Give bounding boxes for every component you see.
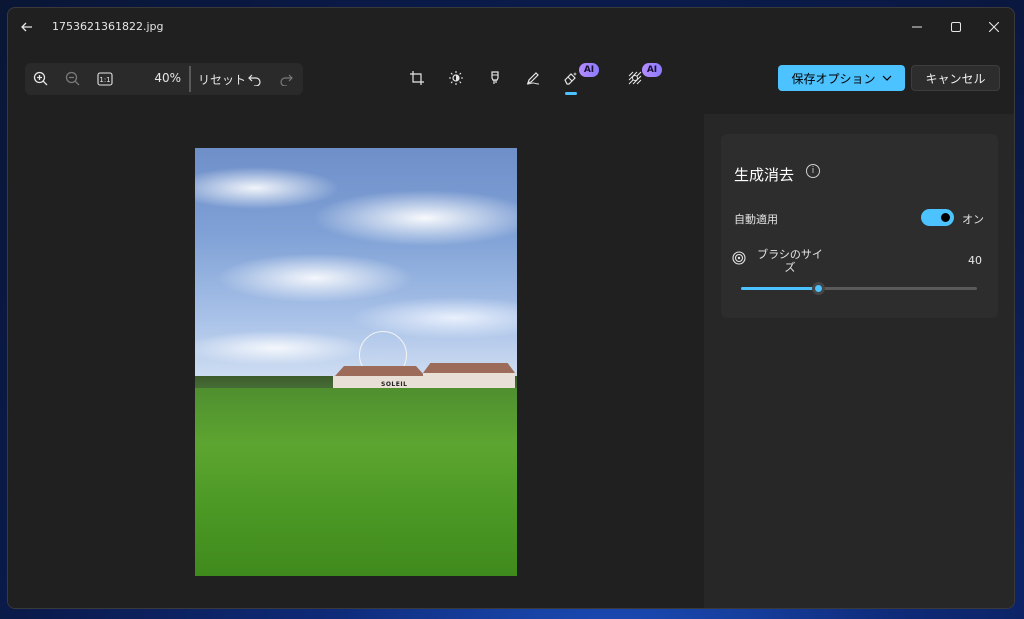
undo-icon — [248, 74, 261, 86]
slider-thumb[interactable] — [812, 282, 826, 295]
filter-tool-button[interactable] — [484, 67, 506, 89]
slider-fill — [741, 287, 819, 290]
edited-photo[interactable]: SOLEIL — [195, 148, 517, 576]
markup-tool-button[interactable] — [522, 67, 544, 89]
image-canvas[interactable]: SOLEIL — [8, 110, 698, 608]
minimize-icon — [912, 26, 922, 28]
actual-size-icon: 1:1 — [97, 72, 113, 86]
auto-apply-state: オン — [962, 213, 984, 226]
brush-size-label: ブラシのサイズ — [757, 248, 823, 274]
actual-size-button[interactable]: 1:1 — [94, 68, 116, 90]
side-panel: 生成消去 i 自動適用 オン ブラシのサイズ 40 — [704, 114, 1014, 608]
photo-grass — [195, 388, 517, 576]
zoom-out-button[interactable] — [62, 68, 84, 90]
toolbar-divider — [189, 66, 191, 92]
toggle-knob — [941, 213, 950, 222]
adjust-tool-button[interactable] — [445, 67, 467, 89]
zoom-controls: 1:1 40% リセット — [25, 63, 303, 95]
zoom-out-icon — [65, 71, 80, 86]
minimize-button[interactable] — [904, 14, 930, 40]
app-window: 1753621361822.jpg 1:1 40% リセット AI AI 保存オ… — [7, 7, 1015, 609]
background-blur-icon — [628, 71, 642, 85]
maximize-button[interactable] — [943, 14, 969, 40]
active-tool-indicator — [565, 92, 577, 95]
title-bar: 1753621361822.jpg — [8, 8, 1014, 46]
generative-erase-card: 生成消去 i 自動適用 オン ブラシのサイズ 40 — [721, 134, 998, 318]
svg-text:1:1: 1:1 — [99, 76, 110, 84]
undo-button[interactable] — [244, 68, 266, 90]
ai-badge-erase: AI — [579, 63, 599, 77]
ai-badge-background: AI — [642, 63, 662, 77]
photo-roof-right — [423, 363, 515, 373]
photo-sky — [195, 148, 517, 393]
generative-erase-icon — [564, 72, 577, 85]
maximize-icon — [951, 22, 961, 32]
info-icon[interactable]: i — [806, 164, 820, 178]
marker-icon — [491, 71, 499, 84]
toolbar: 1:1 40% リセット AI AI 保存オプション キャンセル — [8, 53, 1014, 103]
back-button[interactable] — [16, 16, 38, 38]
chevron-down-icon — [882, 75, 891, 81]
photo-sign: SOLEIL — [381, 381, 408, 388]
panel-title: 生成消去 — [734, 166, 795, 184]
close-button[interactable] — [981, 14, 1007, 40]
auto-apply-toggle[interactable] — [921, 209, 954, 226]
window-title: 1753621361822.jpg — [52, 20, 164, 33]
photo-building-right — [423, 373, 515, 389]
zoom-level[interactable]: 40% — [145, 71, 181, 85]
zoom-in-icon — [33, 71, 48, 86]
draw-icon — [526, 72, 540, 85]
brush-size-slider[interactable] — [741, 282, 977, 295]
reset-button[interactable]: リセット — [198, 71, 246, 88]
cancel-button[interactable]: キャンセル — [911, 65, 1000, 91]
crop-tool-button[interactable] — [406, 67, 428, 89]
photo-roof-left — [335, 366, 425, 376]
redo-icon — [280, 74, 293, 86]
auto-apply-label: 自動適用 — [734, 213, 778, 226]
save-options-button[interactable]: 保存オプション — [778, 65, 905, 91]
brightness-icon — [449, 71, 463, 85]
close-icon — [989, 22, 999, 32]
crop-icon — [410, 71, 424, 85]
zoom-in-button[interactable] — [30, 68, 52, 90]
redo-button[interactable] — [275, 68, 297, 90]
back-arrow-icon — [21, 22, 32, 32]
brush-size-icon — [732, 251, 746, 265]
brush-size-value: 40 — [968, 254, 982, 267]
save-options-label: 保存オプション — [791, 71, 876, 86]
